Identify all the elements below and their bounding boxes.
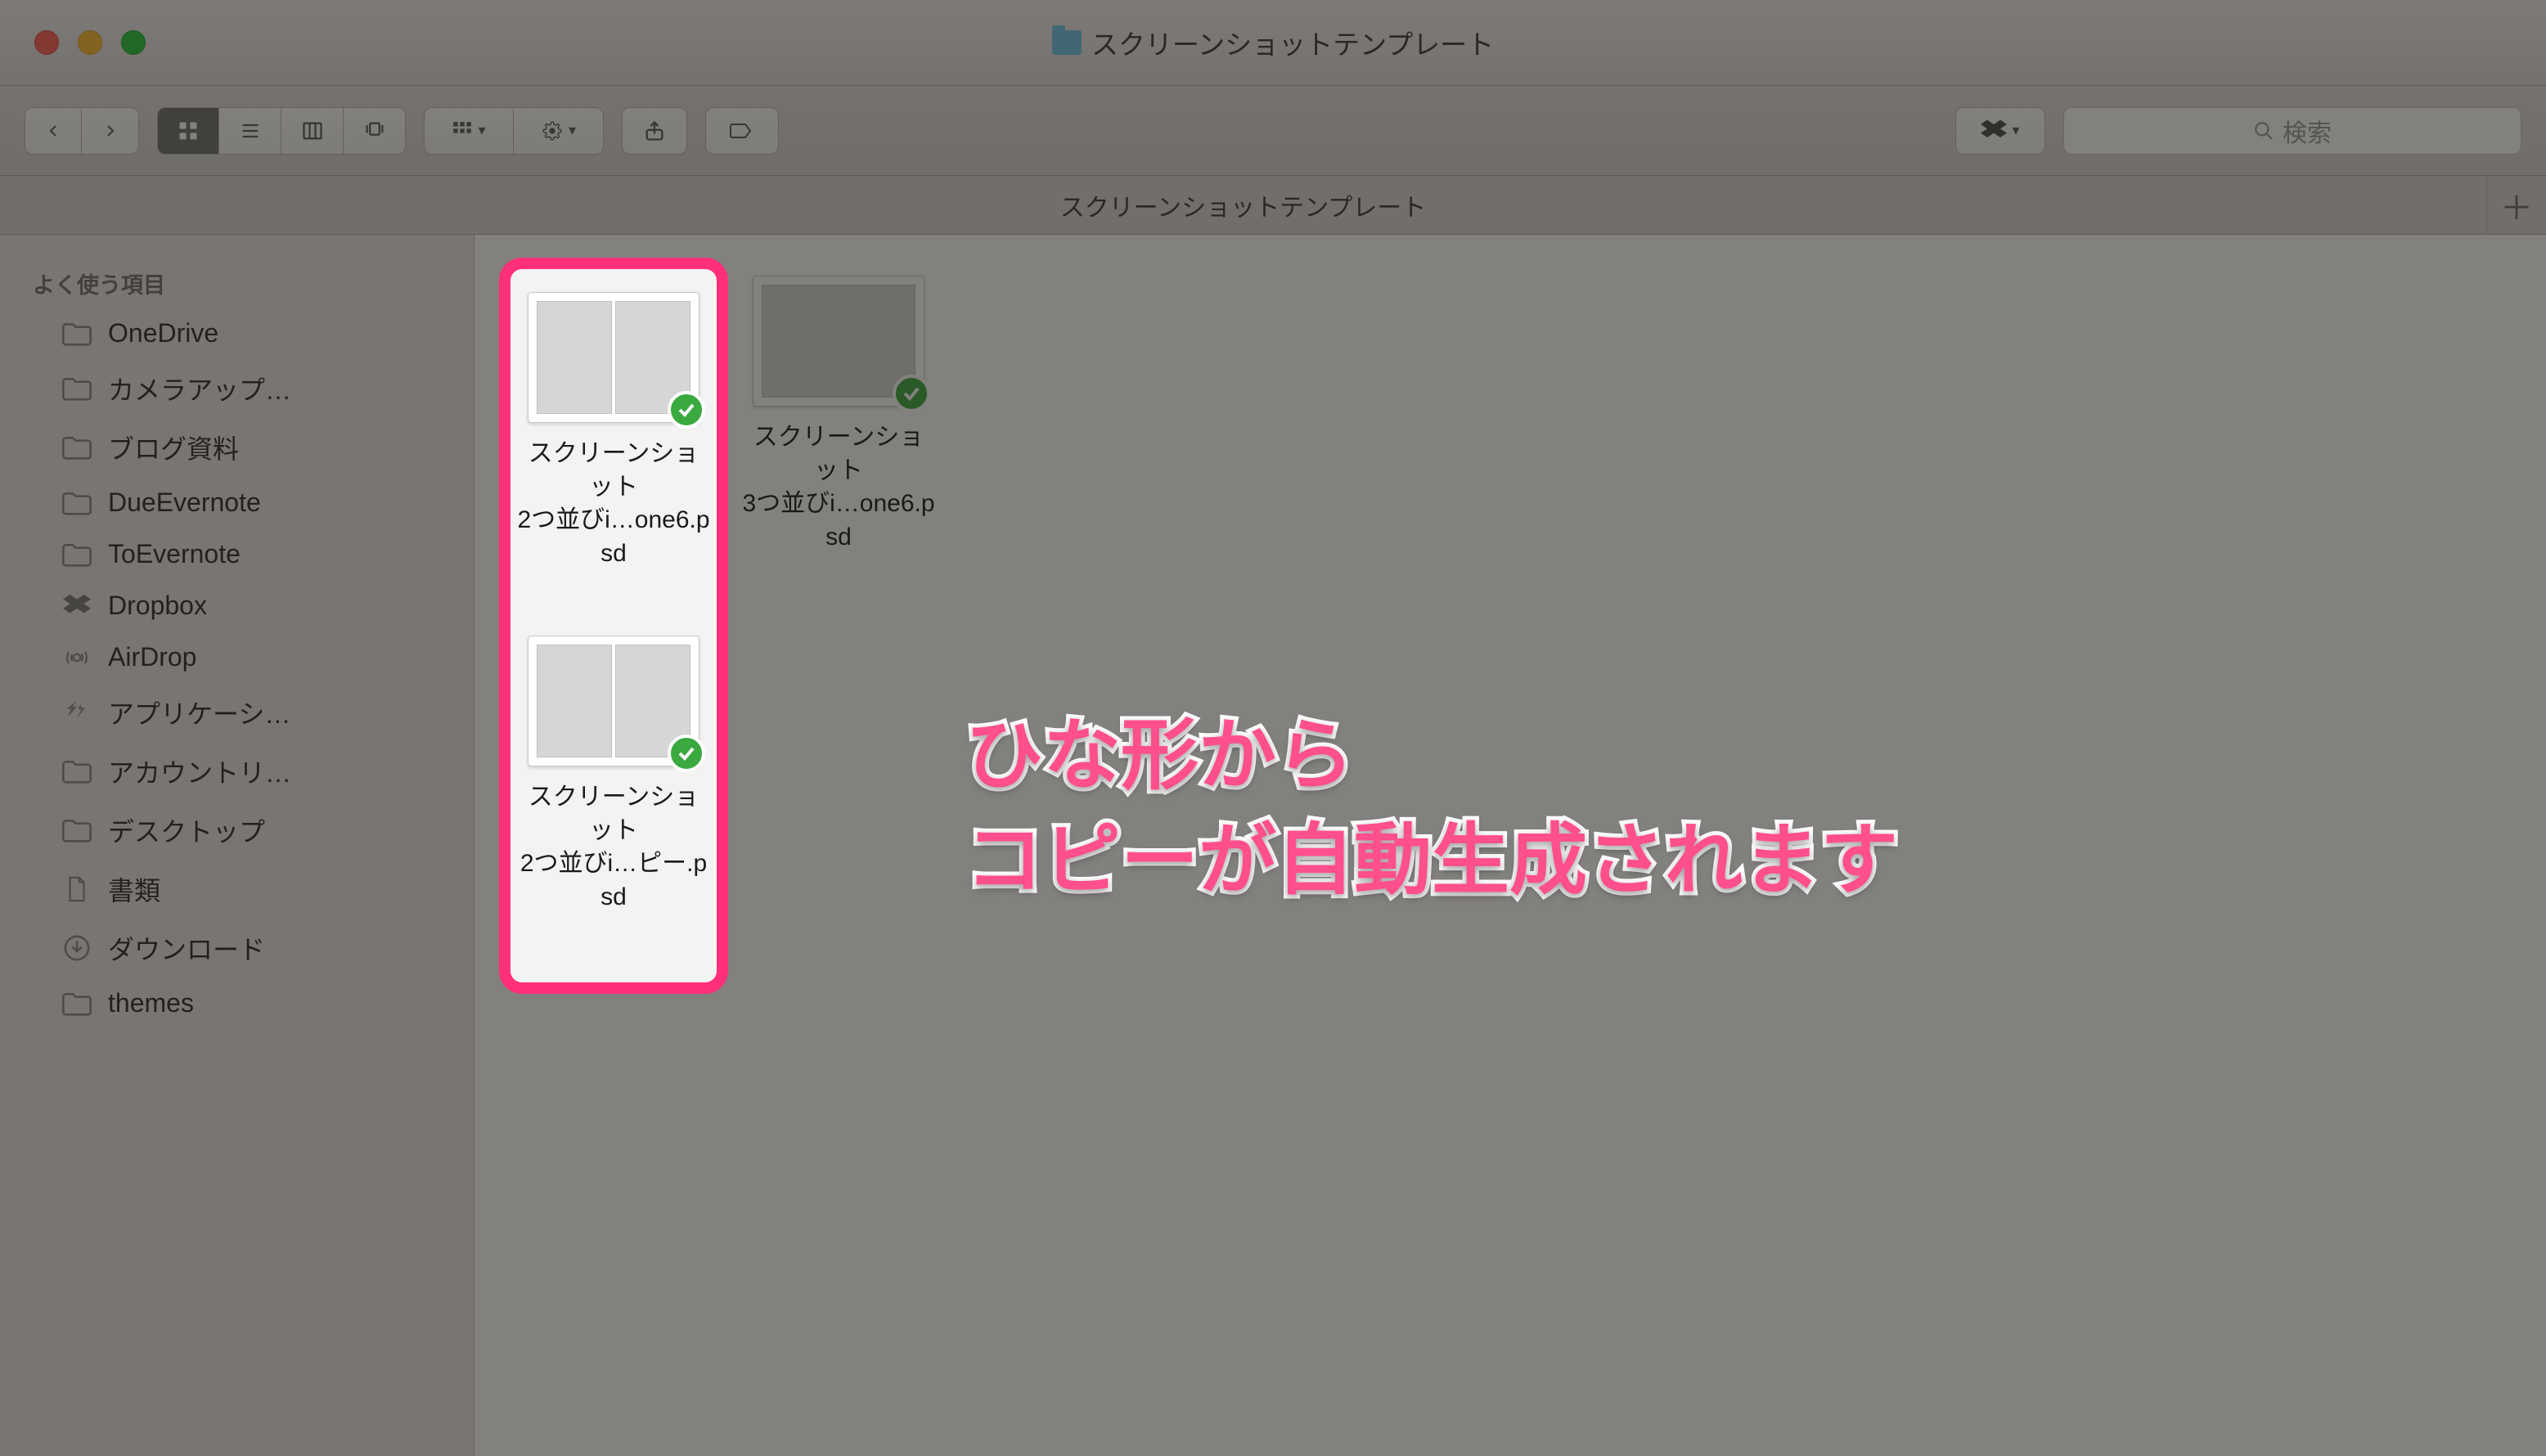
sidebar-item-desktop[interactable]: デスクトップ	[0, 801, 474, 860]
sync-check-icon	[668, 735, 705, 772]
tab-bar: スクリーンショットテンプレート ＋	[0, 176, 2546, 235]
folder-icon	[61, 320, 93, 348]
sidebar-item-label: DueEvernote	[108, 488, 261, 518]
folder-icon	[61, 375, 93, 402]
sidebar-item-label: デスクトップ	[108, 811, 265, 849]
window-title: スクリーンショットテンプレート	[0, 23, 2546, 62]
sidebar-item-label: 書類	[108, 870, 160, 908]
column-view-button[interactable]	[281, 107, 344, 155]
window-title-text: スクリーンショットテンプレート	[1091, 23, 1494, 62]
sidebar: よく使う項目 OneDrive カメラアップ… ブログ資料 DueEvernot…	[0, 235, 475, 1456]
toolbar: ▾ ▾ ▾ 検索	[0, 86, 2546, 176]
folder-icon	[61, 489, 93, 517]
sidebar-header: よく使う項目	[0, 253, 474, 308]
file-item[interactable]: スクリーンショット 2つ並びi…one6.psd	[512, 284, 715, 578]
file-item[interactable]: スクリーンショット 3つ並びi…one6.psd	[736, 267, 941, 562]
folder-icon	[61, 816, 93, 844]
tab-label: スクリーンショットテンプレート	[1060, 187, 1427, 223]
sync-check-icon	[668, 391, 705, 429]
back-button[interactable]	[25, 107, 82, 155]
folder-icon	[1052, 30, 1082, 55]
sidebar-item-label: ダウンロード	[108, 929, 265, 967]
file-item[interactable]: スクリーンショット 2つ並びi…ピー.psd	[512, 627, 715, 922]
traffic-lights	[0, 30, 146, 55]
folder-icon	[61, 434, 93, 461]
folder-icon	[61, 541, 93, 568]
sidebar-item-label: アカウントリ…	[108, 753, 291, 790]
highlighted-files: スクリーンショット 2つ並びi…one6.psd スクリーンショット 2つ並びi…	[512, 284, 715, 922]
sidebar-item-account[interactable]: アカウントリ…	[0, 742, 474, 801]
search-input[interactable]: 検索	[2063, 107, 2521, 155]
chevron-down-icon: ▾	[2012, 122, 2019, 139]
sidebar-item-applications[interactable]: アプリケーシ…	[0, 683, 474, 742]
arrange-share-group: ▾ ▾	[424, 107, 604, 155]
forward-button[interactable]	[82, 107, 139, 155]
sidebar-item-label: themes	[108, 988, 194, 1018]
folder-icon	[61, 990, 93, 1018]
sidebar-item-airdrop[interactable]: AirDrop	[0, 631, 474, 683]
sidebar-item-onedrive[interactable]: OneDrive	[0, 308, 474, 359]
sidebar-item-blog[interactable]: ブログ資料	[0, 418, 474, 477]
sidebar-item-label: OneDrive	[108, 318, 218, 348]
share-button[interactable]	[622, 107, 687, 155]
dropbox-button[interactable]: ▾	[1955, 107, 2045, 155]
sidebar-item-downloads[interactable]: ダウンロード	[0, 919, 474, 977]
download-icon	[61, 934, 93, 962]
close-window-button[interactable]	[34, 30, 59, 55]
coverflow-view-button[interactable]	[344, 107, 406, 155]
sync-check-icon	[893, 375, 930, 412]
tab[interactable]: スクリーンショットテンプレート	[0, 176, 2487, 234]
sidebar-item-label: ToEvernote	[108, 539, 241, 569]
file-name: スクリーンショット 3つ並びi…one6.psd	[741, 421, 936, 554]
sidebar-item-label: カメラアップ…	[108, 370, 291, 407]
sidebar-item-label: アプリケーシ…	[108, 694, 290, 731]
action-button[interactable]: ▾	[514, 107, 604, 155]
icon-grid: スクリーンショット 3つ並びi…one6.psd	[507, 267, 2513, 562]
chevron-down-icon: ▾	[569, 122, 576, 139]
file-name: スクリーンショット 2つ並びi…ピー.psd	[517, 781, 710, 914]
view-mode-group	[157, 107, 406, 155]
sidebar-item-label: AirDrop	[108, 642, 196, 672]
minimize-window-button[interactable]	[78, 30, 102, 55]
icon-view-button[interactable]	[157, 107, 219, 155]
dropbox-icon	[61, 592, 93, 620]
sidebar-item-themes[interactable]: themes	[0, 977, 474, 1029]
file-name: スクリーンショット 2つ並びi…one6.psd	[517, 438, 710, 570]
chevron-down-icon: ▾	[478, 122, 485, 139]
airdrop-icon	[61, 644, 93, 672]
sidebar-item-label: ブログ資料	[108, 429, 239, 466]
sidebar-item-dueevernote[interactable]: DueEvernote	[0, 477, 474, 528]
search-placeholder: 検索	[2283, 113, 2332, 149]
file-thumbnail	[528, 292, 699, 423]
folder-icon	[61, 757, 93, 785]
list-view-button[interactable]	[219, 107, 281, 155]
annotation-text: ひな形から コピーが自動生成されます	[965, 703, 1898, 914]
sidebar-item-label: Dropbox	[108, 591, 207, 621]
sidebar-item-dropbox[interactable]: Dropbox	[0, 580, 474, 631]
zoom-window-button[interactable]	[121, 30, 146, 55]
tags-button[interactable]	[705, 107, 779, 155]
file-thumbnail	[528, 636, 699, 766]
arrange-button[interactable]: ▾	[424, 107, 514, 155]
title-bar: スクリーンショットテンプレート	[0, 0, 2546, 86]
sidebar-item-toevernote[interactable]: ToEvernote	[0, 528, 474, 580]
new-tab-button[interactable]: ＋	[2487, 176, 2546, 234]
sidebar-item-camera-upload[interactable]: カメラアップ…	[0, 359, 474, 418]
document-icon	[61, 875, 93, 903]
nav-buttons	[25, 107, 139, 155]
file-thumbnail	[753, 276, 924, 407]
sidebar-item-documents[interactable]: 書類	[0, 860, 474, 919]
applications-icon	[61, 699, 93, 726]
